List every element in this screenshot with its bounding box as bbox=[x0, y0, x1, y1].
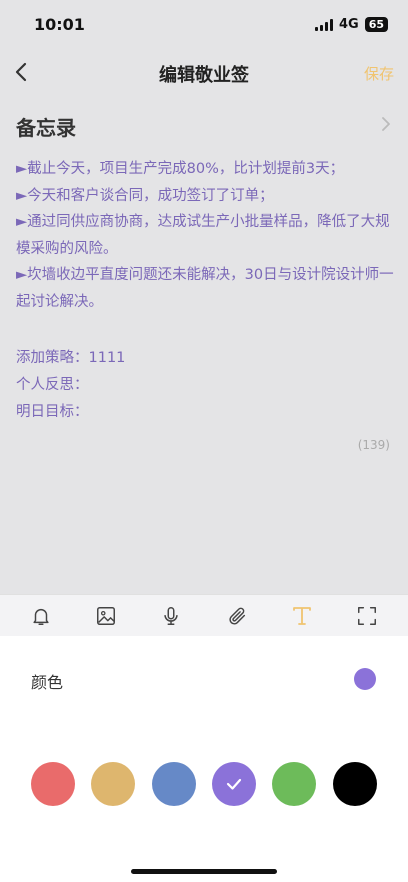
color-swatch-red[interactable] bbox=[31, 762, 75, 806]
color-picker-panel: 颜色 bbox=[0, 636, 408, 882]
memo-category-row[interactable]: 备忘录 bbox=[0, 104, 408, 144]
attachment-button[interactable] bbox=[220, 599, 254, 633]
paperclip-icon bbox=[229, 607, 245, 625]
memo-category-title: 备忘录 bbox=[16, 116, 76, 140]
color-swatch-yellow[interactable] bbox=[91, 762, 135, 806]
color-swatches bbox=[31, 762, 377, 806]
status-indicators: 4G 65 bbox=[314, 17, 388, 32]
status-bar: 10:01 4G 65 bbox=[0, 0, 408, 48]
network-type: 4G bbox=[338, 17, 359, 32]
text-format-button[interactable] bbox=[285, 599, 319, 633]
status-time: 10:01 bbox=[34, 15, 85, 34]
navigation-bar: 编辑敬业签 保存 bbox=[0, 48, 408, 96]
memo-field-reflection: 个人反思： bbox=[16, 377, 89, 393]
checkmark-icon bbox=[226, 778, 242, 790]
bell-icon bbox=[33, 608, 49, 625]
editor-toolbar bbox=[0, 594, 408, 636]
memo-field-strategy: 添加策略：1111 bbox=[16, 350, 126, 366]
memo-fields[interactable]: 添加策略：1111 个人反思： 明日目标： bbox=[16, 345, 394, 426]
page-title: 编辑敬业签 bbox=[159, 65, 249, 86]
character-count: (139) bbox=[357, 438, 390, 452]
image-icon bbox=[97, 606, 115, 625]
home-indicator bbox=[131, 869, 277, 874]
memo-field-goal: 明日目标： bbox=[16, 404, 89, 420]
memo-content-area[interactable]: ►截止今天，项目生产完成80%，比计划提前3天； ►今天和客户谈合同，成功签订了… bbox=[16, 156, 394, 315]
reminder-button[interactable] bbox=[24, 599, 58, 633]
color-swatch-purple[interactable] bbox=[212, 762, 256, 806]
chevron-right-icon bbox=[382, 117, 390, 131]
color-swatch-blue[interactable] bbox=[152, 762, 196, 806]
insert-image-button[interactable] bbox=[89, 599, 123, 633]
fullscreen-icon bbox=[358, 606, 377, 625]
memo-line: ►坎墙收边平直度问题还未能解决，30日与设计院设计师一起讨论解决。 bbox=[16, 267, 394, 310]
microphone-icon bbox=[164, 606, 179, 625]
text-format-icon bbox=[293, 606, 311, 625]
current-color-indicator bbox=[354, 668, 376, 690]
color-swatch-black[interactable] bbox=[333, 762, 377, 806]
memo-line: ►通过同供应商协商，达成试生产小批量样品，降低了大规模采购的风险。 bbox=[16, 214, 390, 257]
memo-line: ►截止今天，项目生产完成80%，比计划提前3天； bbox=[16, 161, 345, 177]
save-button[interactable]: 保存 bbox=[364, 63, 394, 84]
memo-line: ►今天和客户谈合同，成功签订了订单； bbox=[16, 187, 274, 204]
signal-icon bbox=[314, 18, 333, 31]
voice-input-button[interactable] bbox=[154, 599, 188, 633]
battery-icon: 65 bbox=[364, 17, 388, 32]
color-label: 颜色 bbox=[31, 673, 64, 692]
fullscreen-button[interactable] bbox=[350, 599, 384, 633]
color-swatch-green[interactable] bbox=[272, 762, 316, 806]
